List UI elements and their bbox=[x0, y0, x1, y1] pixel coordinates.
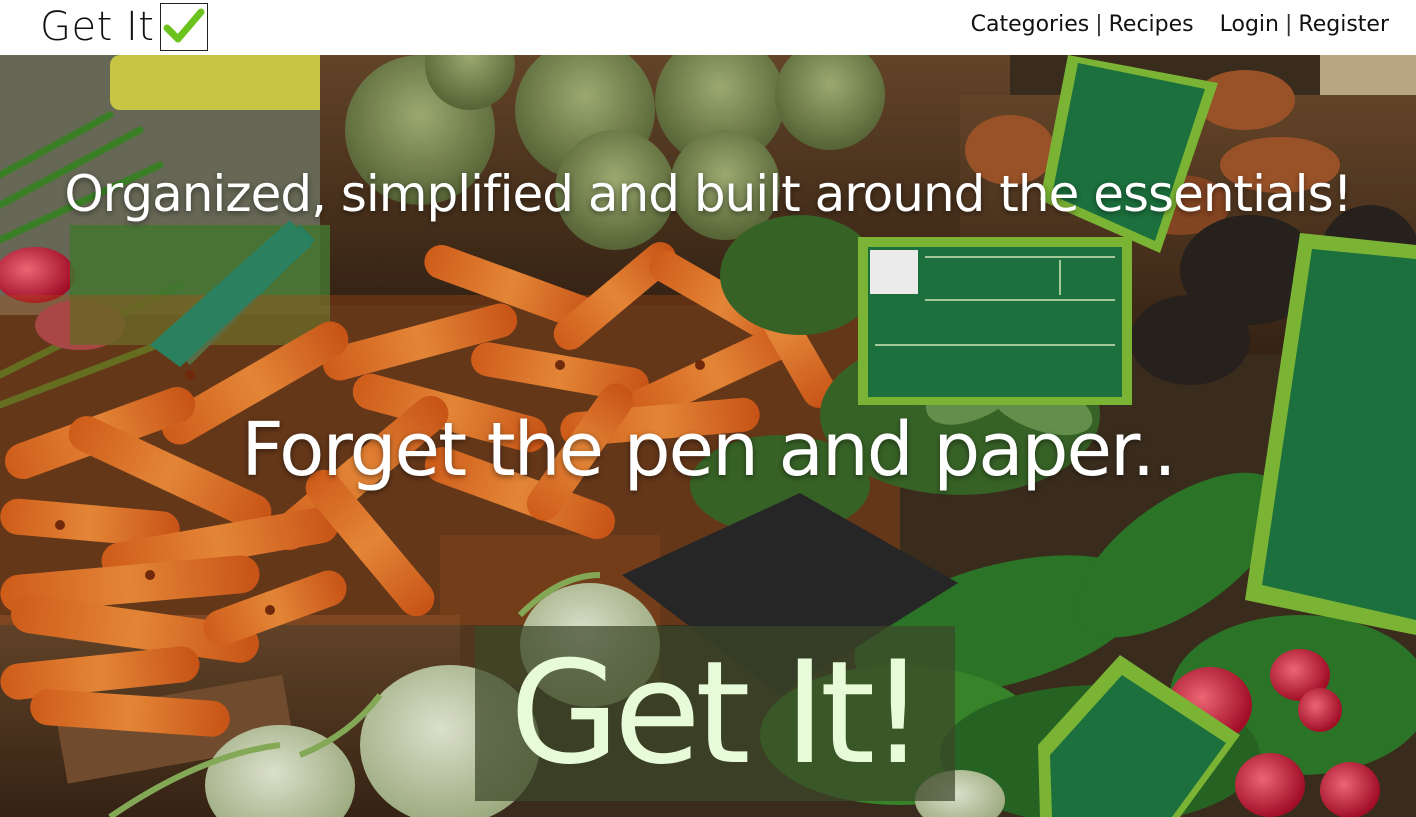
get-it-cta-button[interactable]: Get It! bbox=[475, 626, 955, 801]
main-nav: Categories | Recipes Login | Register bbox=[971, 12, 1389, 37]
nav-categories-link[interactable]: Categories bbox=[971, 12, 1090, 37]
hero-section: Organized, simplified and built around t… bbox=[0, 55, 1416, 817]
brand-logo-link[interactable]: Get It bbox=[40, 2, 209, 52]
nav-separator: | bbox=[1285, 12, 1293, 37]
nav-recipes-link[interactable]: Recipes bbox=[1109, 12, 1194, 37]
nav-register-link[interactable]: Register bbox=[1298, 12, 1389, 37]
nav-login-link[interactable]: Login bbox=[1220, 12, 1279, 37]
brand-name: Get It bbox=[40, 4, 155, 50]
check-icon bbox=[160, 3, 209, 51]
nav-separator: | bbox=[1095, 12, 1103, 37]
hero-subtitle: Forget the pen and paper.. bbox=[241, 407, 1177, 493]
top-navbar: Get It Categories | Recipes Login | Regi… bbox=[0, 0, 1416, 55]
hero-tagline: Organized, simplified and built around t… bbox=[64, 165, 1352, 223]
